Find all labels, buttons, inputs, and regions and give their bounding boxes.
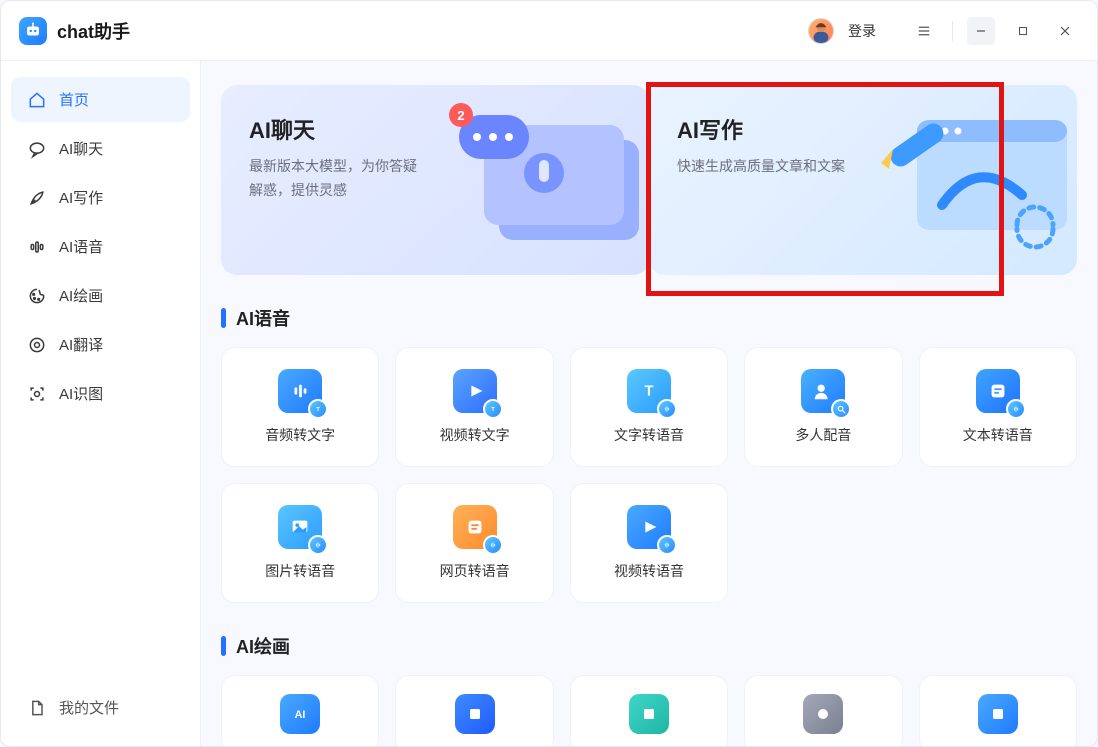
sidebar-item-label: AI绘画: [59, 285, 103, 306]
sidebar-item-chat[interactable]: AI聊天: [11, 126, 190, 171]
tile-label: 网页转语音: [440, 561, 510, 581]
sidebar-item-label: AI识图: [59, 383, 103, 404]
tile-multi-dub[interactable]: 多人配音: [744, 347, 902, 467]
titlebar-divider: [952, 21, 953, 41]
translate-icon: [27, 335, 47, 355]
voice-tiles-row1: T 音频转文字 T 视频转文字 T: [221, 347, 1077, 467]
section-voice: AI语音 T 音频转文字 T: [221, 305, 1077, 603]
login-label[interactable]: 登录: [848, 21, 876, 41]
section-paint: AI绘画 AI: [221, 633, 1077, 746]
tile-paint-3[interactable]: [570, 675, 728, 746]
section-bar-icon: [221, 636, 226, 656]
app-title: chat助手: [57, 18, 130, 44]
text-to-speech-icon: [976, 369, 1020, 413]
paint-tile-icon: [978, 694, 1018, 734]
svg-text:T: T: [491, 407, 495, 413]
titlebar: chat助手 登录: [1, 1, 1097, 61]
sidebar-item-label: AI写作: [59, 187, 103, 208]
text-to-voice-icon: T: [627, 369, 671, 413]
audio-to-text-icon: T: [278, 369, 322, 413]
tile-text-to-voice[interactable]: T 文字转语音: [570, 347, 728, 467]
window-minimize-button[interactable]: [967, 17, 995, 45]
tile-label: 图片转语音: [265, 561, 335, 581]
tile-paint-5[interactable]: [919, 675, 1077, 746]
sidebar-item-label: 首页: [59, 89, 89, 110]
sidebar-list: 首页 AI聊天 AI写作 AI语音 AI绘画: [11, 77, 190, 416]
tile-web-to-voice[interactable]: 网页转语音: [395, 483, 553, 603]
multi-dub-icon: [801, 369, 845, 413]
tile-video-to-voice[interactable]: 视频转语音: [570, 483, 728, 603]
tile-label: 文本转语音: [963, 425, 1033, 445]
sidebar-item-translate[interactable]: AI翻译: [11, 322, 190, 367]
tile-image-to-voice[interactable]: 图片转语音: [221, 483, 379, 603]
home-icon: [27, 90, 47, 110]
sidebar-item-label: AI翻译: [59, 334, 103, 355]
tile-text-to-speech[interactable]: 文本转语音: [919, 347, 1077, 467]
hero-chat-title: AI聊天: [249, 113, 621, 145]
svg-text:AI: AI: [295, 709, 306, 721]
sidebar-item-voice[interactable]: AI语音: [11, 224, 190, 269]
svg-text:T: T: [645, 384, 654, 400]
tile-video-to-text[interactable]: T 视频转文字: [395, 347, 553, 467]
sidebar-item-label: 我的文件: [59, 697, 119, 718]
hero-card-chat[interactable]: AI聊天 最新版本大模型，为你答疑解惑，提供灵感 2: [221, 85, 649, 275]
hero-chat-desc: 最新版本大模型，为你答疑解惑，提供灵感: [249, 155, 429, 203]
sidebar: 首页 AI聊天 AI写作 AI语音 AI绘画: [1, 61, 201, 746]
hero-row: AI聊天 最新版本大模型，为你答疑解惑，提供灵感 2: [221, 85, 1077, 275]
avatar[interactable]: [808, 18, 834, 44]
section-bar-icon: [221, 308, 226, 328]
hero-write-title: AI写作: [677, 113, 1049, 145]
chat-icon: [27, 139, 47, 159]
tile-label: 视频转文字: [440, 425, 510, 445]
window-maximize-button[interactable]: [1009, 17, 1037, 45]
hero-write-desc: 快速生成高质量文章和文案: [677, 155, 857, 179]
section-voice-title: AI语音: [236, 305, 290, 331]
tile-audio-to-text[interactable]: T 音频转文字: [221, 347, 379, 467]
paint-tiles-row: AI: [221, 675, 1077, 746]
video-to-voice-icon: [627, 505, 671, 549]
section-paint-title: AI绘画: [236, 633, 290, 659]
sidebar-item-paint[interactable]: AI绘画: [11, 273, 190, 318]
paint-tile-icon: [803, 694, 843, 734]
sidebar-item-label: AI聊天: [59, 138, 103, 159]
main-content: AI聊天 最新版本大模型，为你答疑解惑，提供灵感 2: [201, 61, 1097, 746]
tile-label: 文字转语音: [614, 425, 684, 445]
tile-label: 多人配音: [795, 425, 851, 445]
window-close-button[interactable]: [1051, 17, 1079, 45]
tile-label: 音频转文字: [265, 425, 335, 445]
web-to-voice-icon: [453, 505, 497, 549]
file-icon: [27, 698, 47, 718]
tile-paint-4[interactable]: [744, 675, 902, 746]
svg-text:T: T: [316, 407, 320, 413]
image-to-voice-icon: [278, 505, 322, 549]
sidebar-item-files[interactable]: 我的文件: [11, 685, 190, 730]
sidebar-item-home[interactable]: 首页: [11, 77, 190, 122]
scan-icon: [27, 384, 47, 404]
tile-paint-2[interactable]: [395, 675, 553, 746]
app-logo-icon: [19, 17, 47, 45]
pen-icon: [27, 188, 47, 208]
voice-icon: [27, 237, 47, 257]
tile-paint-1[interactable]: AI: [221, 675, 379, 746]
tile-label: 视频转语音: [614, 561, 684, 581]
hamburger-menu-icon[interactable]: [910, 17, 938, 45]
video-to-text-icon: T: [453, 369, 497, 413]
paint-tile-icon: [455, 694, 495, 734]
palette-icon: [27, 286, 47, 306]
paint-tile-icon: [629, 694, 669, 734]
sidebar-item-scan[interactable]: AI识图: [11, 371, 190, 416]
voice-tiles-row2: 图片转语音 网页转语音 视频转语音: [221, 483, 1077, 603]
sidebar-item-write[interactable]: AI写作: [11, 175, 190, 220]
paint-tile-icon: AI: [280, 694, 320, 734]
hero-card-write[interactable]: AI写作 快速生成高质量文章和文案: [649, 85, 1077, 275]
sidebar-item-label: AI语音: [59, 236, 103, 257]
